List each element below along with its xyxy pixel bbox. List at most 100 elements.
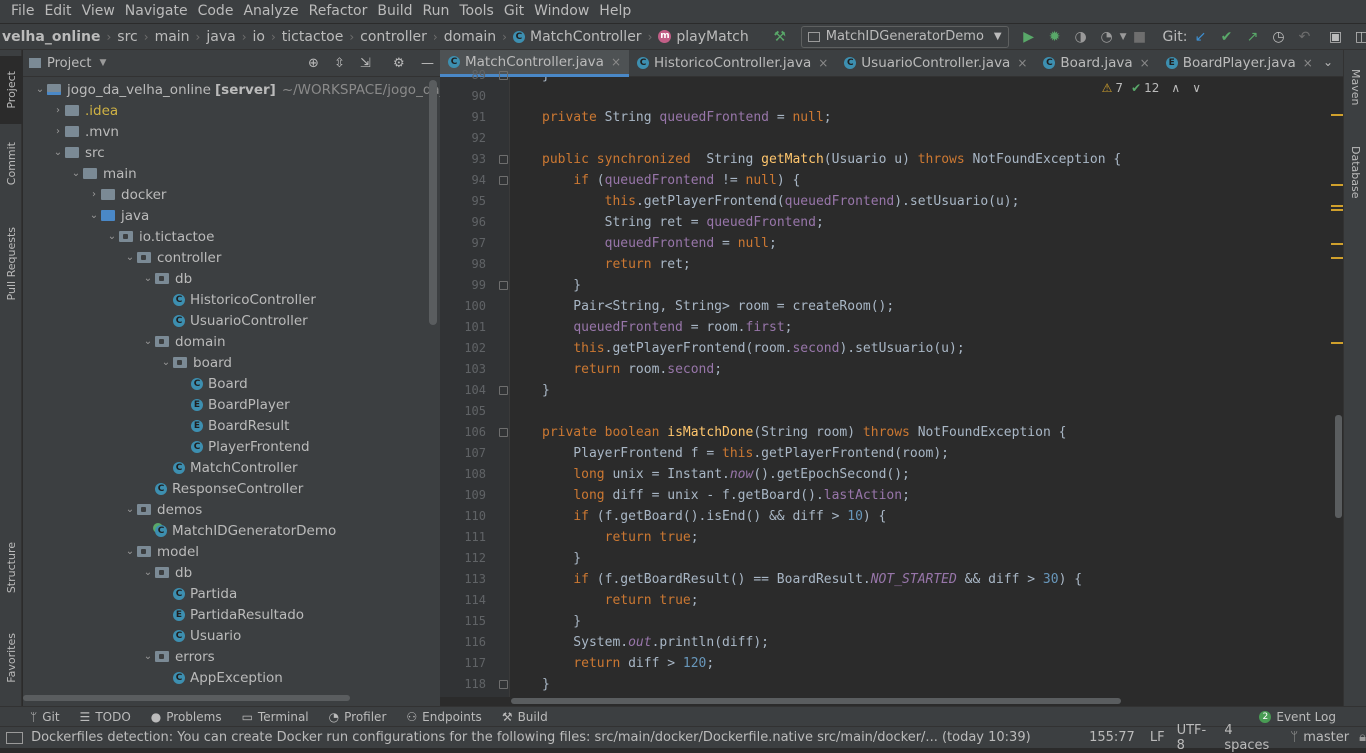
line-number[interactable]: 107	[440, 443, 486, 464]
code-editor[interactable]: } private String queuedFrontend = null; pu…	[511, 77, 1331, 697]
tree-horizontal-scrollbar[interactable]	[23, 695, 350, 701]
code-line[interactable]: long diff = unix - f.getBoard().lastActi…	[542, 485, 910, 506]
fold-marker-icon[interactable]	[499, 386, 508, 395]
toggle-tool-windows-icon[interactable]	[6, 731, 24, 744]
code-line[interactable]: }	[542, 611, 581, 632]
chevron-down-icon[interactable]: ⌄	[69, 168, 83, 179]
line-number[interactable]: 113	[440, 569, 486, 590]
code-line[interactable]: this.getPlayerFrontend(room.second).setU…	[542, 338, 964, 359]
tree-item[interactable]: ⌄ board	[23, 352, 232, 373]
editor-tab[interactable]: C Board.java ×	[1035, 50, 1157, 77]
breadcrumb-method[interactable]: playMatch	[676, 29, 748, 45]
inspection-widget[interactable]: ⚠ 7 ✔ 12 ∧ ∨	[1102, 81, 1201, 95]
line-number[interactable]: 98	[440, 254, 486, 275]
breadcrumb-class[interactable]: MatchController	[530, 29, 642, 45]
tree-item[interactable]: C UsuarioController	[23, 310, 308, 331]
warning-marker[interactable]	[1331, 205, 1343, 207]
code-line[interactable]: }	[542, 380, 550, 401]
breadcrumb-controller[interactable]: controller	[360, 29, 427, 45]
line-number[interactable]: 116	[440, 632, 486, 653]
line-number[interactable]: 96	[440, 212, 486, 233]
tree-item[interactable]: ⌄ model	[23, 541, 199, 562]
code-line[interactable]: PlayerFrontend f = this.getPlayerFronten…	[542, 443, 949, 464]
close-icon[interactable]: ×	[818, 56, 828, 70]
code-line[interactable]: }	[542, 674, 550, 695]
stop-icon[interactable]: ■	[1130, 27, 1150, 47]
locate-icon[interactable]: ⊕	[308, 56, 319, 71]
tree-item[interactable]: E PartidaResultado	[23, 604, 304, 625]
git-commit-icon[interactable]: ✔	[1216, 27, 1236, 47]
tree-item[interactable]: C AppException	[23, 667, 283, 688]
chevron-down-icon[interactable]: ⌄	[159, 357, 173, 368]
line-number[interactable]: 92	[440, 128, 486, 149]
line-number[interactable]: 109	[440, 485, 486, 506]
line-number[interactable]: 101	[440, 317, 486, 338]
menu-view[interactable]: View	[77, 0, 120, 23]
project-panel-title[interactable]: Project	[47, 56, 91, 71]
warning-marker[interactable]	[1331, 184, 1343, 186]
collapse-all-icon[interactable]: ⇲	[360, 56, 371, 71]
fold-marker-icon[interactable]	[499, 155, 508, 164]
hide-panel-icon[interactable]: —	[421, 56, 434, 71]
tree-item[interactable]: C Usuario	[23, 625, 241, 646]
close-icon[interactable]: ×	[1303, 56, 1313, 70]
warning-marker[interactable]	[1331, 243, 1343, 245]
indent-setting[interactable]: 4 spaces	[1224, 723, 1278, 753]
code-line[interactable]: private String queuedFrontend = null;	[542, 107, 832, 128]
more-run-chevron-icon[interactable]: ▼	[1120, 32, 1127, 42]
code-line[interactable]: long unix = Instant.now().getEpochSecond…	[542, 464, 910, 485]
fold-marker-icon[interactable]	[499, 281, 508, 290]
next-highlight-icon[interactable]: ∨	[1192, 81, 1201, 95]
cursor-position[interactable]: 155:77	[1089, 730, 1135, 745]
chevron-down-icon[interactable]: ⌄	[141, 567, 155, 578]
git-branch[interactable]: master	[1303, 730, 1349, 745]
layout-icon[interactable]: ◫	[1351, 27, 1366, 47]
status-message[interactable]: Dockerfiles detection: You can create Do…	[31, 730, 1056, 745]
tree-item[interactable]: C Board	[23, 373, 248, 394]
tree-item[interactable]: ⌄ java	[23, 205, 150, 226]
warning-marker[interactable]	[1331, 209, 1343, 211]
code-line[interactable]: Pair<String, String> room = createRoom()…	[542, 296, 894, 317]
chevron-down-icon[interactable]: ⌄	[87, 210, 101, 221]
fold-marker-icon[interactable]	[499, 428, 508, 437]
line-number[interactable]: 103	[440, 359, 486, 380]
git-rollback-icon[interactable]: ↶	[1294, 27, 1314, 47]
build-hammer-icon[interactable]: ⚒	[770, 27, 790, 47]
code-line[interactable]: }	[542, 77, 550, 86]
run-configuration-select[interactable]: MatchIDGeneratorDemo ▼	[800, 25, 1009, 48]
fold-marker-icon[interactable]	[499, 71, 508, 80]
code-line[interactable]: String ret = queuedFrontend;	[542, 212, 824, 233]
run-icon[interactable]: ▶	[1019, 27, 1039, 47]
tool-endpoints[interactable]: ⚇ Endpoints	[396, 710, 491, 724]
line-number[interactable]: 93	[440, 149, 486, 170]
line-number[interactable]: 112	[440, 548, 486, 569]
line-number[interactable]: 91	[440, 107, 486, 128]
code-line[interactable]: return room.second;	[542, 359, 722, 380]
line-number[interactable]: 95	[440, 191, 486, 212]
tree-item[interactable]: E BoardResult	[23, 415, 289, 436]
coverage-icon[interactable]: ◑	[1071, 27, 1091, 47]
close-icon[interactable]: ×	[1017, 56, 1027, 70]
tree-item[interactable]: › .mvn	[23, 121, 119, 142]
tabs-dropdown-icon[interactable]: ⌄	[1323, 55, 1333, 69]
menu-refactor[interactable]: Refactor	[304, 0, 373, 23]
tab-maven[interactable]: Maven	[1344, 56, 1366, 118]
tree-item[interactable]: ⌄ controller	[23, 247, 222, 268]
code-line[interactable]: return true;	[542, 527, 699, 548]
previous-highlight-icon[interactable]: ∧	[1171, 81, 1180, 95]
line-number[interactable]: 97	[440, 233, 486, 254]
editor-tab[interactable]: C HistoricoController.java ×	[629, 50, 836, 77]
code-line[interactable]: return ret;	[542, 254, 691, 275]
tab-commit[interactable]: Commit	[0, 130, 22, 198]
warning-marker[interactable]	[1331, 114, 1343, 116]
breadcrumb-io[interactable]: io	[253, 29, 265, 45]
warning-marker[interactable]	[1331, 342, 1343, 344]
tree-item[interactable]: ⌄ db	[23, 268, 192, 289]
chevron-down-icon[interactable]: ⌄	[123, 504, 137, 515]
line-number[interactable]: 90	[440, 86, 486, 107]
breadcrumb-java[interactable]: java	[206, 29, 235, 45]
menu-run[interactable]: Run	[418, 0, 455, 23]
tree-item[interactable]: ⌄ errors	[23, 646, 215, 667]
menu-help[interactable]: Help	[594, 0, 636, 23]
tree-item[interactable]: ⌄ src	[23, 142, 105, 163]
